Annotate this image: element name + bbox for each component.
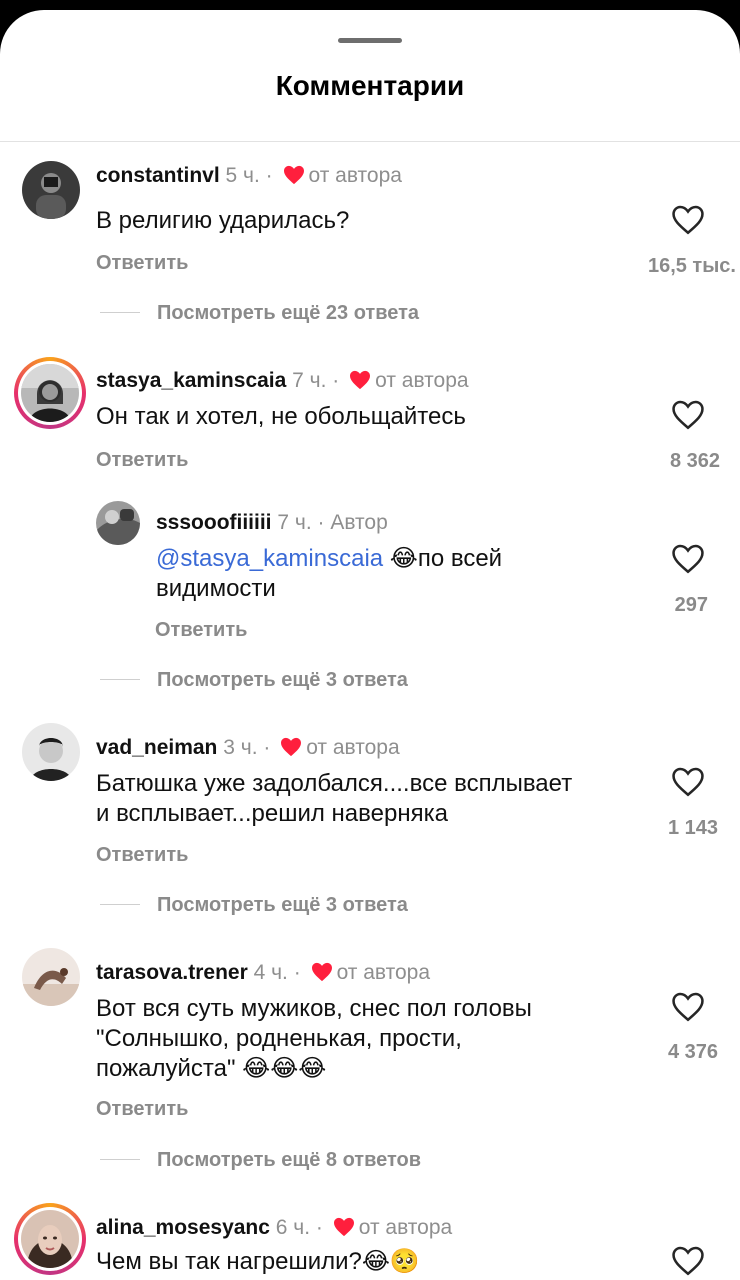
reply-button[interactable]: Ответить <box>96 844 188 867</box>
story-ring[interactable] <box>14 1203 86 1275</box>
laughing-emoji: 😂 <box>389 545 418 572</box>
like-count: 8 362 <box>669 450 720 472</box>
comment-text: Чем вы так нагрешили?😂🥺 <box>96 1247 420 1277</box>
replies-line <box>100 904 140 905</box>
replies-line <box>100 679 140 680</box>
timestamp: 4 ч. <box>253 961 288 984</box>
heart-outline-icon[interactable] <box>671 543 705 575</box>
story-ring[interactable] <box>14 357 86 429</box>
heart-outline-icon[interactable] <box>671 1245 705 1277</box>
comment-text-line3: пожалуйста" <box>96 1055 236 1082</box>
view-more-replies-button[interactable]: Посмотреть ещё 3 ответа <box>157 669 408 692</box>
comment-meta: tarasova.trener 4 ч. · от автора <box>96 960 430 989</box>
heart-outline-icon[interactable] <box>671 991 705 1023</box>
liked-by-label: от автора <box>375 369 469 392</box>
avatar[interactable] <box>22 948 80 1006</box>
mention-link[interactable]: @stasya_kaminscaia <box>156 545 383 572</box>
comment-text-line1: Чем вы так нагрешили? <box>96 1248 362 1275</box>
liked-by-label: от автора <box>358 1216 453 1239</box>
comment-text: Вот вся суть мужиков, снес пол головы "С… <box>96 994 532 1084</box>
comment-meta: stasya_kaminscaia 7 ч. · от автора <box>96 368 469 397</box>
replies-line <box>100 1159 140 1160</box>
like-count: 1 143 <box>667 817 718 839</box>
username[interactable]: tarasova.trener <box>96 961 248 984</box>
reply-button[interactable]: Ответить <box>96 449 188 472</box>
view-more-replies-button[interactable]: Посмотреть ещё 3 ответа <box>157 894 408 917</box>
timestamp: 3 ч. <box>223 736 258 759</box>
emoji-group: 😂🥺 <box>361 1248 420 1275</box>
comment-text-line2: и всплывает...решил наверняка <box>96 800 448 827</box>
author-tag: Автор <box>330 511 388 534</box>
drag-handle[interactable] <box>338 38 402 43</box>
comment-text: @stasya_kaminscaia 😂по всей видимости <box>156 544 502 604</box>
replies-line <box>100 312 140 313</box>
view-more-replies-button[interactable]: Посмотреть ещё 23 ответа <box>157 302 419 325</box>
username[interactable]: vad_neiman <box>96 736 217 759</box>
comment-text-line2: "Солнышко, родненькая, прости, <box>96 1025 462 1052</box>
like-count: 4 376 <box>667 1041 718 1063</box>
comment-text-part: по всей <box>417 545 503 572</box>
comments-sheet: Комментарии constantinvl 5 ч. · от автор… <box>0 10 740 1280</box>
like-count: 16,5 тыс. <box>647 255 736 277</box>
view-more-replies-button[interactable]: Посмотреть ещё 8 ответов <box>157 1149 421 1172</box>
comment-text: Батюшка уже задолбался....все всплывает … <box>96 769 572 829</box>
red-heart-icon <box>280 737 302 764</box>
username[interactable]: alina_mosesyanc <box>96 1216 270 1239</box>
timestamp: 7 ч. <box>292 369 327 392</box>
comment-text: Он так и хотел, не обольщайтесь <box>96 403 466 430</box>
reply-button[interactable]: Ответить <box>96 252 188 275</box>
username[interactable]: sssooofiiiiii <box>156 511 272 534</box>
comment-meta: vad_neiman 3 ч. · от автора <box>96 735 400 764</box>
liked-by-label: от автора <box>306 736 400 759</box>
avatar <box>21 1210 79 1268</box>
comment-meta: alina_mosesyanc 6 ч. · от автора <box>96 1215 452 1244</box>
heart-outline-icon[interactable] <box>671 204 705 236</box>
comment-meta: sssooofiiiiii 7 ч. · Автор <box>156 511 388 534</box>
avatar[interactable] <box>96 501 140 545</box>
heart-outline-icon[interactable] <box>671 399 705 431</box>
reply-button[interactable]: Ответить <box>96 1098 188 1121</box>
sheet-title: Комментарии <box>275 70 465 101</box>
reply-button[interactable]: Ответить <box>155 619 247 642</box>
avatar <box>21 364 79 422</box>
red-heart-icon <box>333 1217 355 1244</box>
liked-by-label: от автора <box>308 164 402 187</box>
timestamp: 5 ч. <box>225 164 260 187</box>
comment-text-line1: Батюшка уже задолбался....все всплывает <box>96 770 573 797</box>
timestamp: 6 ч. <box>275 1216 311 1239</box>
username[interactable]: stasya_kaminscaia <box>96 369 286 392</box>
avatar[interactable] <box>22 723 80 781</box>
laughing-emoji-group: 😂😂😂 <box>242 1055 327 1082</box>
comment-text-line2: видимости <box>156 575 276 602</box>
like-count: 297 <box>674 594 708 616</box>
comment-text-line1: Вот вся суть мужиков, снес пол головы <box>96 995 532 1022</box>
comment-text: В религию ударилась? <box>96 207 350 234</box>
red-heart-icon <box>283 165 305 192</box>
comment-meta: constantinvl 5 ч. · от автора <box>96 163 402 192</box>
username[interactable]: constantinvl <box>96 164 220 187</box>
header-divider <box>0 141 740 142</box>
liked-by-label: от автора <box>336 961 431 984</box>
red-heart-icon <box>311 962 333 989</box>
timestamp: 7 ч. <box>277 511 312 534</box>
red-heart-icon <box>349 370 371 397</box>
avatar[interactable] <box>22 161 80 219</box>
heart-outline-icon[interactable] <box>671 766 705 798</box>
